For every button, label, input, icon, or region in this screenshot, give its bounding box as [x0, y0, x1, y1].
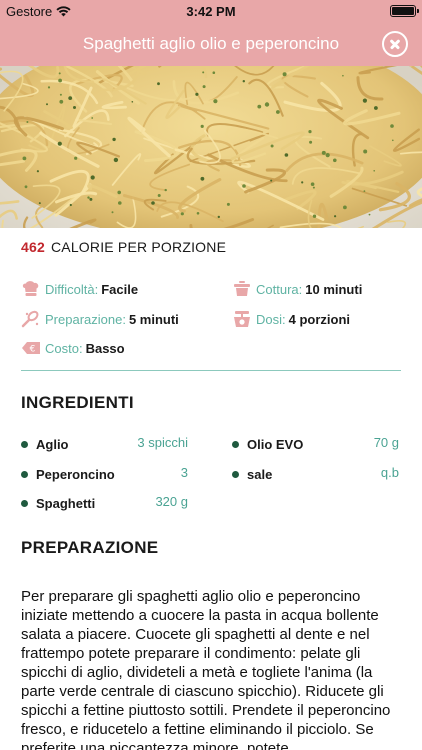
calories-line: 462 CALORIE PER PORZIONE	[21, 239, 226, 255]
bullet-icon	[21, 440, 28, 448]
status-time: 3:42 PM	[186, 4, 236, 19]
ingredient-item: Spaghetti	[21, 494, 95, 512]
difficolta-label: Difficoltà:	[45, 281, 99, 297]
ingredient-name: Spaghetti	[36, 495, 96, 511]
info-costo: € Costo: Basso	[21, 339, 125, 357]
dosi-label: Dosi:	[256, 311, 286, 327]
ingredient-quantity: 3 spicchi	[137, 435, 188, 450]
recipe-photo	[0, 66, 422, 228]
costo-value: Basso	[85, 340, 125, 356]
section-divider	[21, 370, 401, 371]
ingredients-title: INGREDIENTI	[21, 393, 134, 412]
ingredient-name: sale	[247, 466, 273, 482]
dosi-value: 4 porzioni	[288, 311, 351, 327]
ingredient-quantity: q.b	[380, 465, 399, 480]
pot-icon	[234, 281, 250, 296]
cottura-value: 10 minuti	[305, 281, 363, 297]
recipe-title: Spaghetti aglio olio e peperoncino	[82, 34, 340, 53]
ingredient-quantity: 70 g	[373, 435, 399, 450]
chef-hat-icon	[22, 281, 39, 296]
preparazione-label: Preparazione:	[45, 311, 126, 327]
ingredient-item: Olio EVO	[232, 435, 303, 453]
ingredient-item: sale	[232, 465, 272, 483]
euro-tag-icon: €	[22, 342, 40, 355]
navigation-bar: Spaghetti aglio olio e peperoncino	[0, 22, 422, 66]
battery-icon	[390, 5, 419, 17]
bullet-icon	[232, 440, 239, 448]
bullet-icon	[21, 499, 28, 507]
bullet-icon	[232, 470, 239, 478]
ingredient-quantity: 320 g	[155, 494, 188, 509]
close-icon[interactable]	[382, 31, 408, 57]
info-dosi: Dosi: 4 porzioni	[232, 310, 350, 328]
cottura-label: Cottura:	[256, 281, 303, 297]
status-bar: Gestore 3:42 PM	[0, 0, 422, 22]
preparazione-value: 5 minuti	[128, 311, 179, 327]
info-difficolta: Difficoltà: Facile	[21, 280, 138, 298]
bullet-icon	[21, 470, 28, 478]
preparation-text: Per preparare gli spaghetti aglio olio e…	[21, 588, 391, 750]
calories-label: CALORIE PER PORZIONE	[50, 239, 227, 255]
ingredient-item: Aglio	[21, 435, 69, 453]
difficolta-value: Facile	[101, 281, 139, 297]
ingredient-name: Aglio	[36, 436, 69, 452]
calories-value: 462	[21, 239, 45, 255]
preparation-title: PREPARAZIONE	[21, 538, 159, 557]
info-preparazione: Preparazione: 5 minuti	[21, 310, 179, 328]
ingredient-quantity: 3	[180, 465, 188, 480]
info-cottura: Cottura: 10 minuti	[232, 280, 362, 298]
whisk-icon	[21, 310, 39, 328]
scale-icon	[234, 311, 250, 327]
ingredient-name: Olio EVO	[247, 436, 304, 452]
svg-text:€: €	[30, 345, 36, 355]
costo-label: Costo:	[45, 340, 83, 356]
